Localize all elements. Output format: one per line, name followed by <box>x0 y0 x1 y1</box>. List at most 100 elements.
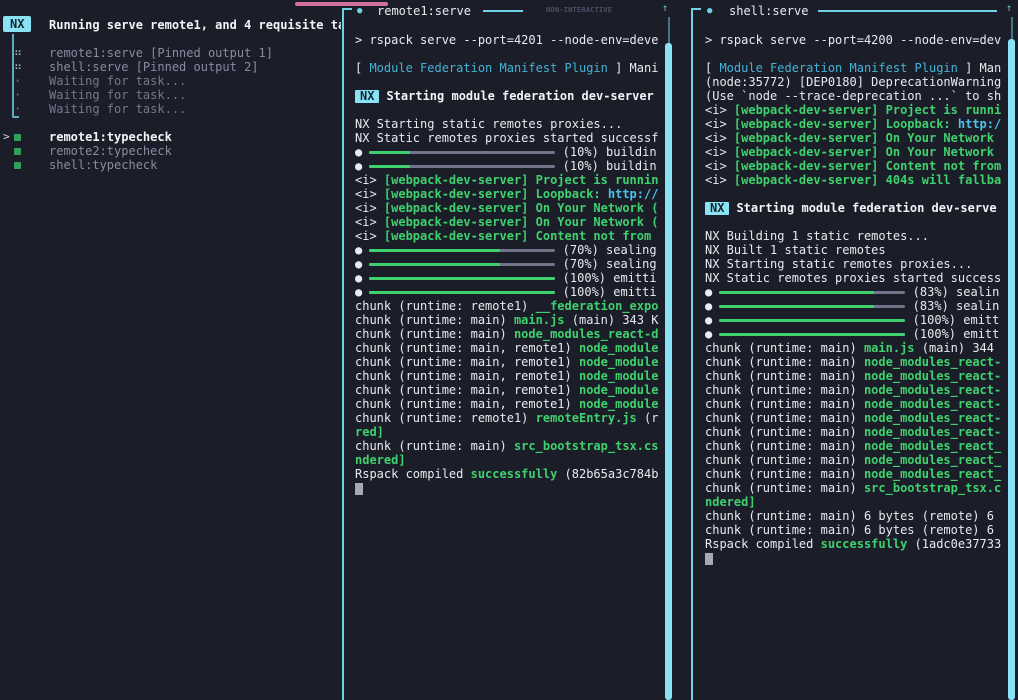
terminal-line: chunk (runtime: main) node_modules_react… <box>705 383 1007 397</box>
scrollbar-track[interactable] <box>1011 17 1013 39</box>
terminal-text-segment: ● <box>705 313 719 327</box>
nx-terminal-ui: NX Running serve remote1, and 4 requisit… <box>0 0 1018 700</box>
terminal-text-segment: > rspack serve --port=4200 --node-env=de… <box>705 33 1001 47</box>
terminal-text-segment: (main) 344 <box>915 341 994 355</box>
terminal-text-segment: chunk (runtime: main) <box>705 369 864 383</box>
terminal-text-segment: chunk (runtime: main) <box>705 439 864 453</box>
progress-bar-fill <box>719 305 873 308</box>
pane-title-rule <box>818 10 997 12</box>
terminal-text-segment: chunk (runtime: main) <box>705 467 864 481</box>
terminal-text-segment: NX Static remotes proxies started succes… <box>705 271 1001 285</box>
terminal-line: Rspack compiled successfully (1adc0e3773… <box>705 537 1007 551</box>
terminal-text-segment: [webpack-dev-server] On Your Network <box>734 145 994 159</box>
terminal-text-segment: ] Man <box>958 61 1001 75</box>
terminal-text-segment: ● <box>705 327 719 341</box>
terminal-line <box>705 187 1007 201</box>
terminal-text-segment: <i> <box>705 173 734 187</box>
pane-left-border <box>691 8 693 700</box>
terminal-line: chunk (runtime: main) node_modules_react… <box>705 369 1007 383</box>
terminal-line: NX Building 1 static remotes... <box>705 229 1007 243</box>
terminal-line: NX Built 1 static remotes <box>705 243 1007 257</box>
terminal-text-segment: (100%) emitt <box>905 327 999 341</box>
terminal-line: ● (83%) sealin <box>705 299 1007 313</box>
terminal-line: chunk (runtime: main) 6 bytes (remote) 6 <box>705 523 1007 537</box>
terminal-text-segment: chunk (runtime: main) <box>705 355 864 369</box>
terminal-line: <i> [webpack-dev-server] Content not fro… <box>705 159 1007 173</box>
terminal-text-segment: Module Federation Manifest Plugin <box>719 61 957 75</box>
terminal-text-segment: chunk (runtime: main) <box>705 383 864 397</box>
scroll-up-arrow-icon[interactable]: ↑ <box>1006 3 1012 14</box>
terminal-text-segment: (83%) sealin <box>905 299 999 313</box>
progress-bar-fill <box>719 291 873 294</box>
terminal-line <box>705 47 1007 61</box>
terminal-line: NX Static remotes proxies started succes… <box>705 271 1007 285</box>
pane-content-1: > rspack serve --port=4200 --node-env=de… <box>705 33 1007 700</box>
terminal-line: <i> [webpack-dev-server] Project is runn… <box>705 103 1007 117</box>
terminal-text-segment: src_bootstrap_tsx.c <box>864 481 1001 495</box>
terminal-line: chunk (runtime: main) node_modules_react… <box>705 355 1007 369</box>
terminal-text-segment: [webpack-dev-server] Project is runni <box>734 103 1001 117</box>
terminal-line: (node:35772) [DEP0180] DeprecationWarnin… <box>705 75 1007 89</box>
terminal-line <box>705 551 1007 565</box>
terminal-text-segment: (Use `node --trace-deprecation ...` to s… <box>705 89 1001 103</box>
terminal-text-segment: chunk (runtime: main) <box>705 341 864 355</box>
terminal-line: chunk (runtime: main) node_modules_react… <box>705 467 1007 481</box>
pane-title: shell:serve <box>729 4 808 18</box>
terminal-line: <i> [webpack-dev-server] On Your Network <box>705 145 1007 159</box>
terminal-line: <i> [webpack-dev-server] 404s will fallb… <box>705 173 1007 187</box>
terminal-line: > rspack serve --port=4200 --node-env=de… <box>705 33 1007 47</box>
terminal-text-segment: ● <box>705 285 719 299</box>
terminal-text-segment: NX Starting static remotes proxies... <box>705 257 972 271</box>
terminal-cursor <box>705 553 713 565</box>
terminal-text-segment: <i> <box>705 103 734 117</box>
terminal-text-segment: node_modules_react_ <box>864 453 1001 467</box>
progress-bar <box>719 305 905 308</box>
terminal-text-segment: <i> <box>705 117 734 131</box>
terminal-text-segment: <i> <box>705 131 734 145</box>
terminal-text-segment: [ <box>705 61 719 75</box>
terminal-text-segment: (100%) emitt <box>905 313 999 327</box>
terminal-text-segment: chunk (runtime: main) <box>705 397 864 411</box>
terminal-text-segment: node_modules_react- <box>864 355 1001 369</box>
terminal-text-segment: Rspack compiled <box>705 537 821 551</box>
terminal-text-segment: node_modules_react_ <box>864 439 1001 453</box>
terminal-text-segment: node_modules_react_ <box>864 467 1001 481</box>
terminal-line: <i> [webpack-dev-server] Loopback: http:… <box>705 117 1007 131</box>
progress-bar <box>719 291 905 294</box>
terminal-line: chunk (runtime: main) node_modules_react… <box>705 439 1007 453</box>
terminal-line: [ Module Federation Manifest Plugin ] Ma… <box>705 61 1007 75</box>
terminal-line: NX Starting static remotes proxies... <box>705 257 1007 271</box>
terminal-text-segment: node_modules_react- <box>864 383 1001 397</box>
terminal-line: ndered] <box>705 495 1007 509</box>
terminal-text-segment: [webpack-dev-server] Loopback: <box>734 117 958 131</box>
terminal-text-segment: NX Built 1 static remotes <box>705 243 886 257</box>
pane-status-dot-icon: ● <box>707 4 712 18</box>
scrollbar-thumb[interactable] <box>1008 39 1015 700</box>
nx-badge: NX <box>705 202 729 215</box>
terminal-text-segment: main.js <box>864 341 915 355</box>
terminal-line: ● (83%) sealin <box>705 285 1007 299</box>
terminal-text-segment: node_modules_react- <box>864 425 1001 439</box>
terminal-text-segment: node_modules_react- <box>864 411 1001 425</box>
terminal-text-segment: <i> <box>705 159 734 173</box>
terminal-text-segment: (83%) sealin <box>905 285 999 299</box>
terminal-text-segment: successfully <box>821 537 908 551</box>
terminal-pane-shell-serve: ● shell:serve ↑ > rspack serve --port=42… <box>0 0 1018 700</box>
terminal-text-segment: node_modules_react- <box>864 369 1001 383</box>
terminal-line: chunk (runtime: main) node_modules_react… <box>705 411 1007 425</box>
terminal-line: (Use `node --trace-deprecation ...` to s… <box>705 89 1007 103</box>
terminal-text-segment: node_modules_react- <box>864 397 1001 411</box>
terminal-text-segment: http:/ <box>958 117 1001 131</box>
terminal-line: <i> [webpack-dev-server] On Your Network <box>705 131 1007 145</box>
progress-bar <box>719 319 905 322</box>
pane-border-corner <box>691 8 701 10</box>
terminal-text-segment: chunk (runtime: main) 6 bytes (remote) 6 <box>705 509 994 523</box>
terminal-line: chunk (runtime: main) node_modules_react… <box>705 425 1007 439</box>
terminal-text-segment: chunk (runtime: main) <box>705 411 864 425</box>
terminal-text-segment: <i> <box>705 145 734 159</box>
progress-bar-fill <box>719 319 905 322</box>
terminal-text-segment: ● <box>705 299 719 313</box>
terminal-text-segment: (1adc0e37733 <box>907 537 1001 551</box>
terminal-line: chunk (runtime: main) node_modules_react… <box>705 453 1007 467</box>
terminal-line: ● (100%) emitt <box>705 313 1007 327</box>
